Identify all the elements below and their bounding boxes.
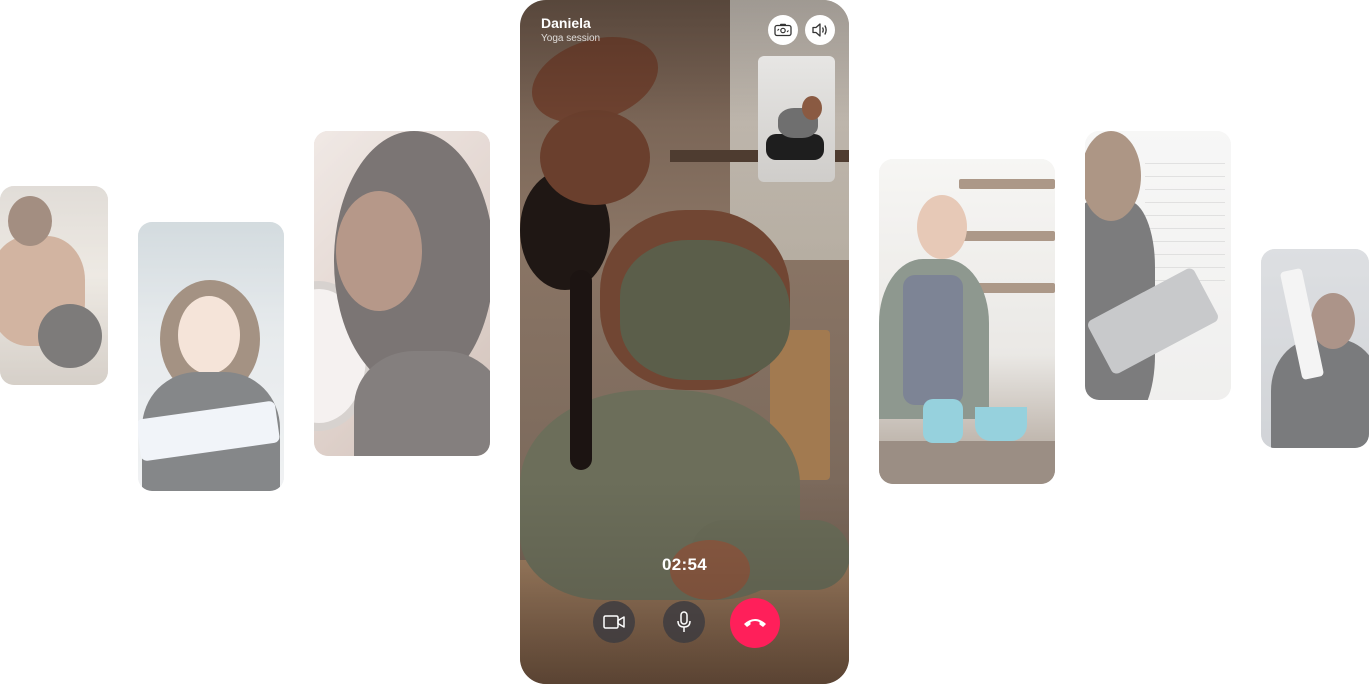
hang-up-icon [744, 619, 766, 627]
microphone-icon [677, 611, 691, 632]
speaker-icon [812, 23, 827, 37]
preview-card-whiteboard[interactable] [1085, 131, 1231, 400]
flip-camera-icon [774, 23, 792, 37]
toggle-video-button[interactable] [593, 601, 635, 643]
video-call-screen: Daniela Yoga session 02:54 [520, 0, 849, 684]
preview-card-cooking[interactable] [879, 159, 1055, 484]
pot [923, 399, 963, 443]
caller-name: Daniela [541, 15, 591, 31]
flip-camera-button[interactable] [768, 15, 798, 45]
self-view-preview[interactable] [758, 56, 835, 182]
preview-card-earrings[interactable] [314, 131, 490, 456]
call-timer: 02:54 [662, 555, 707, 574]
end-call-button[interactable] [730, 598, 780, 648]
video-camera-icon [603, 615, 625, 629]
speaker-button[interactable] [805, 15, 835, 45]
preview-card-card-trick[interactable] [1261, 249, 1369, 448]
pot [975, 407, 1027, 441]
preview-card-gym[interactable] [0, 186, 108, 385]
caller-subtitle: Yoga session [541, 33, 601, 44]
toggle-mic-button[interactable] [663, 601, 705, 643]
preview-card-reading[interactable] [138, 222, 284, 491]
weight-plate [38, 304, 102, 368]
